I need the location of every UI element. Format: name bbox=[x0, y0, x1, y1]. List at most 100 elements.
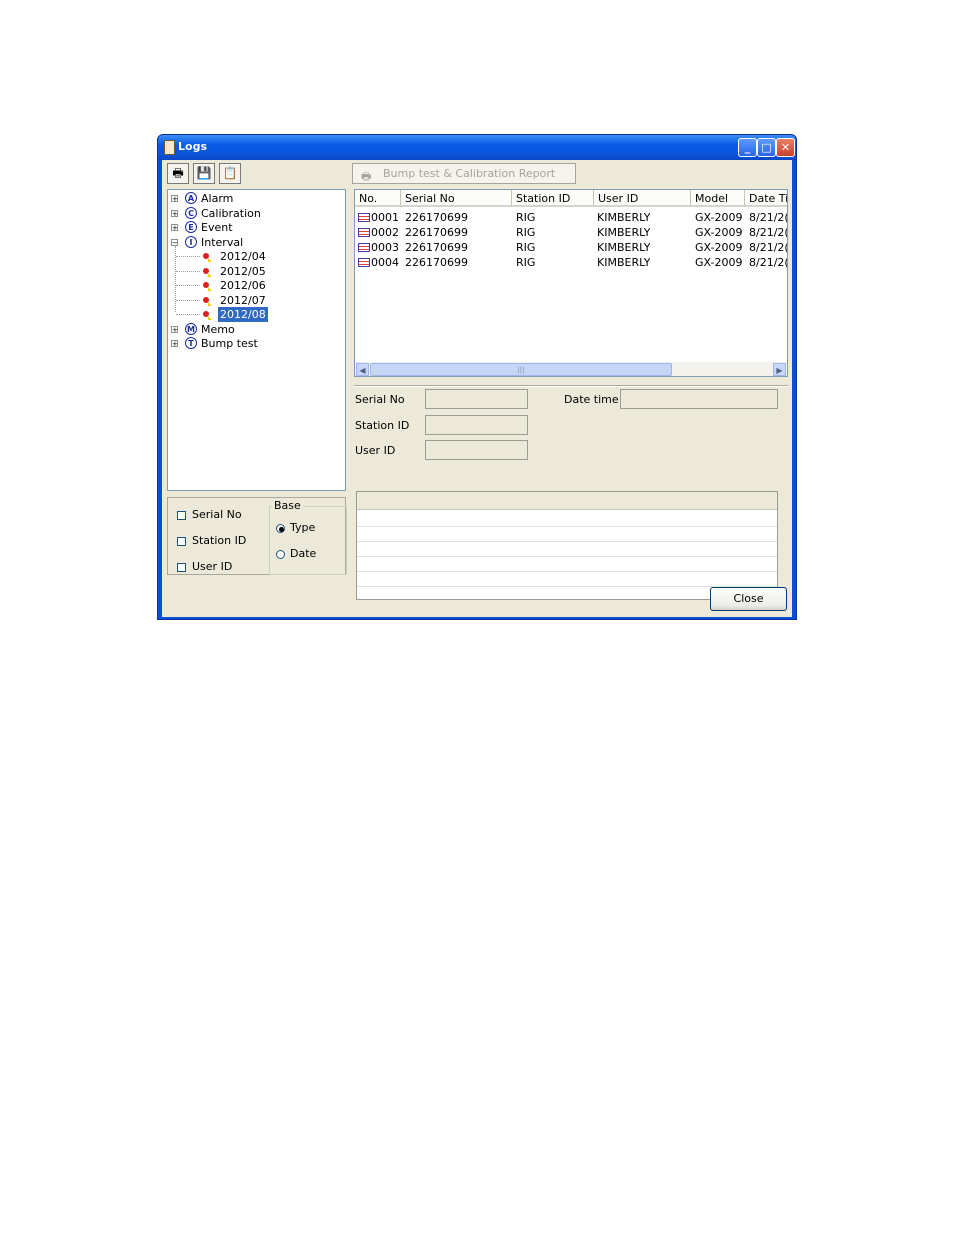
interval-circle-icon: I bbox=[185, 236, 197, 248]
user-id-checkbox[interactable] bbox=[177, 563, 186, 572]
expand-icon[interactable]: + bbox=[171, 326, 178, 334]
tree-label: 2012/05 bbox=[220, 265, 266, 278]
expand-icon[interactable]: + bbox=[171, 210, 178, 218]
tree-label: Calibration bbox=[201, 207, 261, 220]
grid-row-line bbox=[357, 541, 777, 542]
station-id-checkbox[interactable] bbox=[177, 537, 186, 546]
cell-no: 0003 bbox=[371, 241, 399, 254]
user-id-field[interactable] bbox=[425, 440, 528, 460]
table-row[interactable]: 0001 226170699 RIG KIMBERLY GX-2009 8/21… bbox=[355, 210, 787, 225]
cell-station-id: RIG bbox=[516, 226, 536, 239]
column-header-model[interactable]: Model bbox=[691, 190, 745, 207]
column-header-serial-no[interactable]: Serial No bbox=[401, 190, 512, 207]
table-row[interactable]: 0004 226170699 RIG KIMBERLY GX-2009 8/21… bbox=[355, 255, 787, 270]
grid-row-line bbox=[357, 556, 777, 557]
expand-icon[interactable]: + bbox=[171, 224, 178, 232]
close-button[interactable]: Close bbox=[710, 587, 787, 611]
tree-label: Bump test bbox=[201, 337, 258, 350]
cell-serial-no: 226170699 bbox=[405, 211, 468, 224]
tree-item-bump-test[interactable]: + T Bump test bbox=[168, 336, 343, 351]
print-button[interactable]: 🖶 bbox=[167, 163, 189, 184]
tree-item-2012-04[interactable]: 2012/04 bbox=[168, 249, 343, 264]
serial-no-checkbox[interactable] bbox=[177, 511, 186, 520]
grid-header bbox=[357, 492, 777, 510]
close-window-button[interactable]: ✕ bbox=[776, 138, 795, 157]
clipboard-button[interactable]: 📋 bbox=[219, 163, 241, 184]
panel-divider bbox=[354, 385, 788, 387]
tree-item-calibration[interactable]: + C Calibration bbox=[168, 206, 343, 221]
interval-log-icon bbox=[203, 282, 212, 291]
clipboard-icon: 📋 bbox=[222, 166, 238, 180]
minimize-button[interactable]: _ bbox=[738, 138, 757, 157]
cell-user-id: KIMBERLY bbox=[597, 256, 651, 269]
type-radio-label: Type bbox=[290, 521, 316, 534]
cell-user-id: KIMBERLY bbox=[597, 211, 651, 224]
save-button[interactable]: 💾 bbox=[193, 163, 215, 184]
tree-item-event[interactable]: + E Event bbox=[168, 220, 343, 235]
tree-label: Alarm bbox=[201, 192, 234, 205]
user-id-filter-label: User ID bbox=[192, 560, 233, 573]
log-entry-icon bbox=[358, 228, 370, 237]
cell-date-time: 8/21/2( bbox=[749, 241, 787, 254]
date-radio-label: Date bbox=[290, 547, 317, 560]
logs-window: Logs _ □ ✕ 🖶 💾 📋 🖶 Bump test & Calibrati… bbox=[157, 134, 797, 620]
event-circle-icon: E bbox=[185, 221, 197, 233]
cell-station-id: RIG bbox=[516, 256, 536, 269]
calibration-circle-icon: C bbox=[185, 207, 197, 219]
tree-item-interval[interactable]: − I Interval bbox=[168, 235, 343, 250]
log-tree[interactable]: + A Alarm + C Calibration + E Event − I … bbox=[167, 189, 346, 491]
station-id-label: Station ID bbox=[355, 419, 410, 432]
tree-connector bbox=[176, 256, 200, 257]
date-time-field[interactable] bbox=[620, 389, 778, 409]
bump-test-circle-icon: T bbox=[185, 337, 197, 349]
date-time-label: Date time bbox=[564, 393, 619, 406]
tree-item-2012-07[interactable]: 2012/07 bbox=[168, 293, 343, 308]
tree-item-2012-08[interactable]: 2012/08 bbox=[168, 307, 343, 322]
printer-icon: 🖶 bbox=[172, 166, 184, 180]
filter-panel: Serial No Station ID User ID Base Type D… bbox=[167, 497, 347, 575]
cell-no: 0004 bbox=[371, 256, 399, 269]
expand-icon[interactable]: + bbox=[171, 195, 178, 203]
tree-item-2012-05[interactable]: 2012/05 bbox=[168, 264, 343, 279]
interval-log-icon bbox=[203, 253, 212, 262]
scroll-right-arrow-icon[interactable]: ▶ bbox=[773, 363, 786, 376]
cell-no: 0001 bbox=[371, 211, 399, 224]
type-radio[interactable] bbox=[276, 524, 285, 533]
expand-icon[interactable]: + bbox=[171, 340, 178, 348]
cell-date-time: 8/21/2( bbox=[749, 226, 787, 239]
title-bar[interactable]: Logs _ □ ✕ bbox=[158, 135, 796, 160]
column-header-date-time[interactable]: Date Ti bbox=[745, 190, 787, 207]
serial-no-field[interactable] bbox=[425, 389, 528, 409]
horizontal-scrollbar[interactable]: ◀ ||| ▶ bbox=[355, 362, 787, 376]
detail-grid[interactable] bbox=[356, 491, 778, 600]
maximize-button[interactable]: □ bbox=[757, 138, 776, 157]
cell-date-time: 8/21/2( bbox=[749, 211, 787, 224]
window-title: Logs bbox=[178, 140, 207, 153]
interval-log-icon bbox=[203, 268, 212, 277]
scroll-thumb[interactable]: ||| bbox=[370, 363, 672, 376]
tree-item-memo[interactable]: + M Memo bbox=[168, 322, 343, 337]
column-header-station-id[interactable]: Station ID bbox=[512, 190, 594, 207]
table-row[interactable]: 0003 226170699 RIG KIMBERLY GX-2009 8/21… bbox=[355, 240, 787, 255]
cell-serial-no: 226170699 bbox=[405, 226, 468, 239]
station-id-field[interactable] bbox=[425, 415, 528, 435]
tree-item-alarm[interactable]: + A Alarm bbox=[168, 191, 343, 206]
tree-item-2012-06[interactable]: 2012/06 bbox=[168, 278, 343, 293]
log-entry-icon bbox=[358, 213, 370, 222]
tree-label: 2012/04 bbox=[220, 250, 266, 263]
bump-calibration-report-button[interactable]: 🖶 Bump test & Calibration Report bbox=[352, 163, 576, 184]
collapse-icon[interactable]: − bbox=[171, 239, 178, 247]
table-row[interactable]: 0002 226170699 RIG KIMBERLY GX-2009 8/21… bbox=[355, 225, 787, 240]
log-list[interactable]: No. Serial No Station ID User ID Model D… bbox=[354, 189, 788, 377]
column-header-no[interactable]: No. bbox=[355, 190, 401, 207]
memo-circle-icon: M bbox=[185, 323, 197, 335]
cell-model: GX-2009 bbox=[695, 256, 743, 269]
date-radio[interactable] bbox=[276, 550, 285, 559]
tree-label: 2012/06 bbox=[220, 279, 266, 292]
base-group-label: Base bbox=[272, 499, 303, 512]
log-entry-icon bbox=[358, 243, 370, 252]
column-header-user-id[interactable]: User ID bbox=[594, 190, 691, 207]
cell-model: GX-2009 bbox=[695, 226, 743, 239]
scroll-left-arrow-icon[interactable]: ◀ bbox=[356, 363, 369, 376]
alarm-circle-icon: A bbox=[185, 192, 197, 204]
